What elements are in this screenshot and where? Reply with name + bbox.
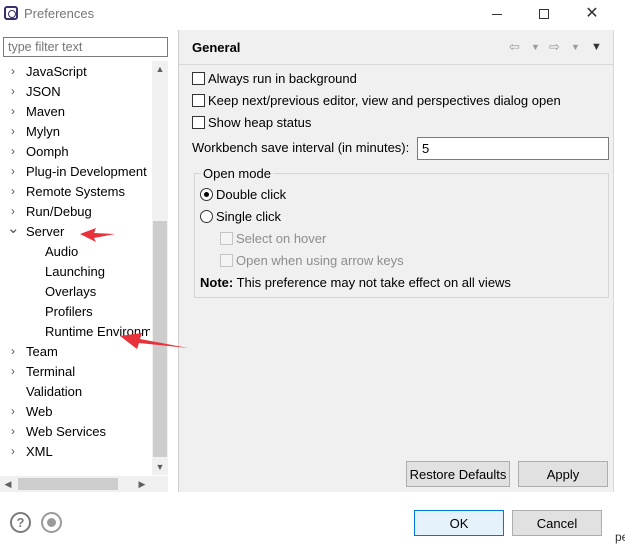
annotation-arrow-server [80,228,115,242]
annotation-arrows [80,228,188,349]
annotation-arrow-runtime [120,333,188,349]
